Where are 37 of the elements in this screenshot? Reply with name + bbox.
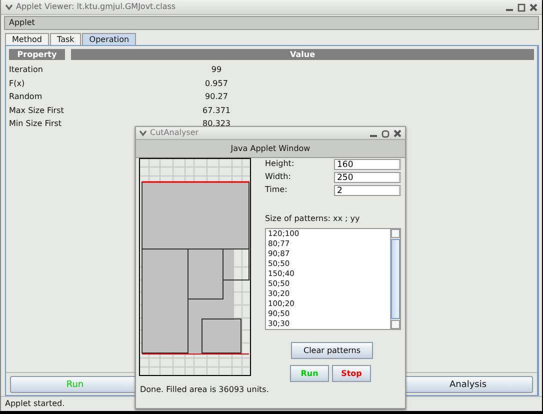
column-header[interactable]: Property <box>9 49 65 60</box>
field-label: Width: <box>265 173 292 182</box>
clear-patterns-button[interactable]: Clear patterns <box>291 342 373 359</box>
scrollbar[interactable] <box>390 229 400 329</box>
close-icon[interactable] <box>529 2 538 12</box>
column-header[interactable]: Value <box>71 49 534 60</box>
table-cell-text: 0.957 <box>204 78 229 90</box>
table-cell-text: 90.27 <box>204 91 229 103</box>
table-cell-text: 80.323 <box>202 118 232 130</box>
dialog-title: CutAnalyser <box>150 128 200 138</box>
close-icon[interactable] <box>393 128 402 138</box>
field-label: Height: <box>265 160 296 169</box>
table-cell-text: Min Size First <box>9 118 63 130</box>
maximize-icon[interactable] <box>381 128 390 138</box>
table-cell-text: Random <box>9 91 44 103</box>
tab[interactable]: Method <box>5 33 50 45</box>
status-text: Done. Filled area is 36093 units. <box>139 384 270 396</box>
tab[interactable]: Task <box>50 33 82 45</box>
chevron-icon[interactable] <box>5 4 13 10</box>
table-cell-text: Max Size First <box>9 104 65 116</box>
table-cell-text: 99 <box>210 64 223 76</box>
field-label: Time: <box>265 186 288 195</box>
input-field[interactable]: 160 <box>334 159 401 170</box>
tab[interactable]: Operation <box>82 33 136 45</box>
window-title: Applet Viewer: lt.ktu.gmjul.GMJovt.class <box>16 2 177 12</box>
maximize-icon[interactable] <box>517 2 526 12</box>
table-cell-text: 67.371 <box>202 104 232 116</box>
chevron-icon[interactable] <box>139 130 147 136</box>
action-button[interactable]: Analysis <box>403 376 533 393</box>
input-field[interactable]: 2 <box>334 185 401 196</box>
table-cell-text: F(x) <box>9 78 26 90</box>
dialog-header: Java Applet Window <box>136 140 405 158</box>
table-cell-text: Iteration <box>9 64 44 76</box>
list-label: Size of patterns: xx ; yy <box>265 215 361 225</box>
menu-item[interactable]: Applet <box>9 18 35 28</box>
action-button[interactable]: Stop <box>332 365 371 382</box>
input-field[interactable]: 250 <box>334 172 401 183</box>
